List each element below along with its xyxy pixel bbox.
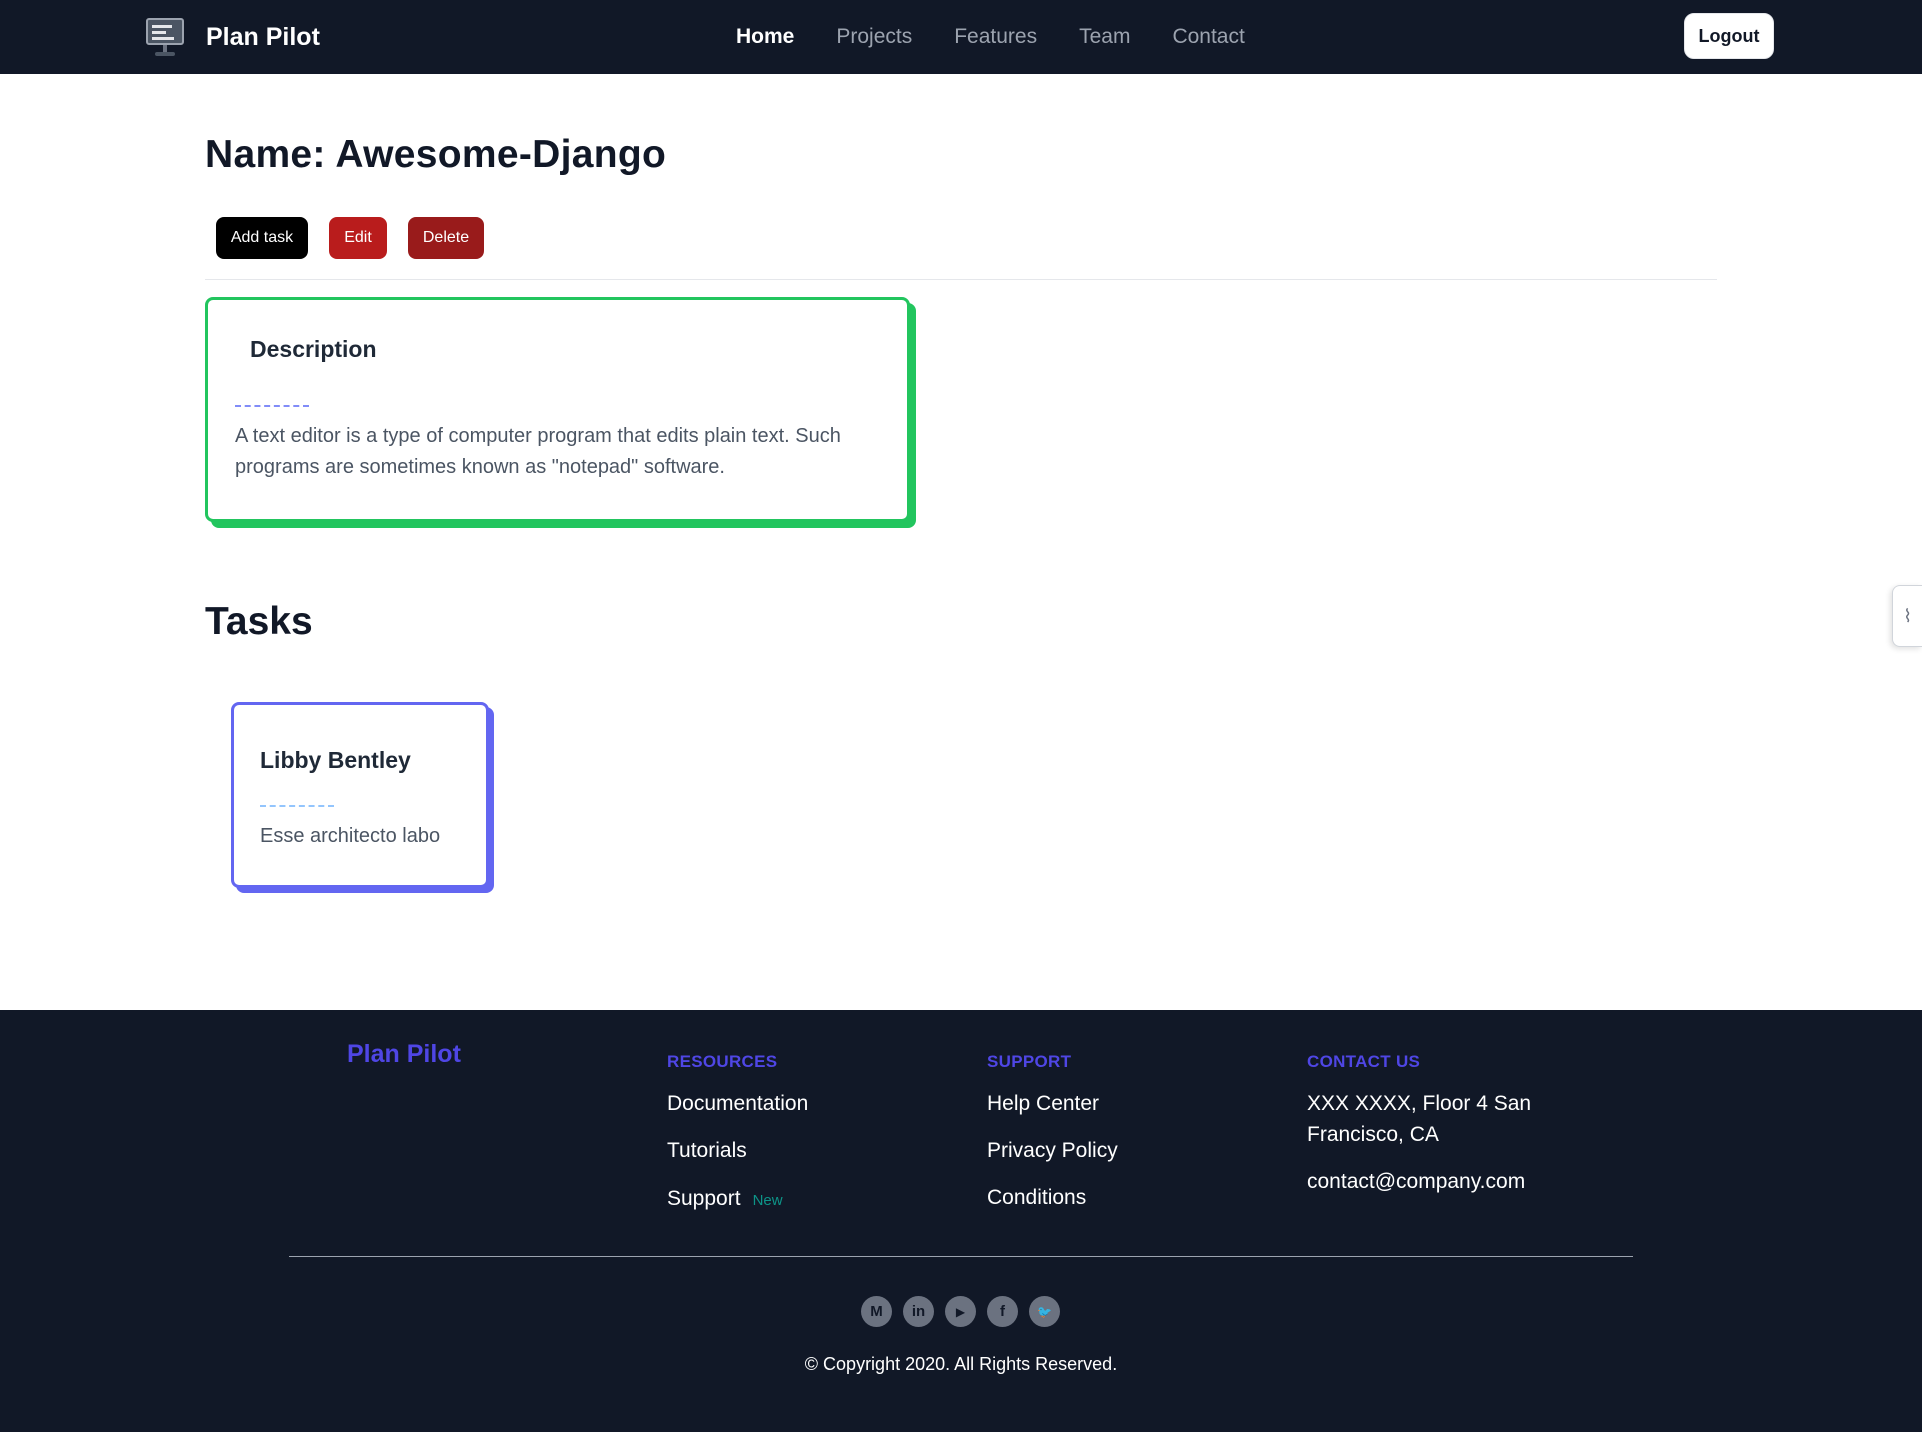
footer-link-privacy-policy[interactable]: Privacy Policy xyxy=(987,1139,1118,1163)
task-description: Esse architecto labo xyxy=(260,825,441,847)
description-separator xyxy=(235,405,309,407)
description-heading: Description xyxy=(250,336,377,362)
nav-home[interactable]: Home xyxy=(736,25,794,49)
footer-divider xyxy=(289,1256,1633,1257)
page-title: Name: Awesome-Django xyxy=(205,133,667,176)
brand[interactable]: Plan Pilot xyxy=(144,14,320,60)
resources-heading: RESOURCES xyxy=(667,1052,778,1071)
task-separator xyxy=(260,805,334,807)
twitter-icon[interactable]: 🐦 xyxy=(1029,1296,1060,1327)
side-panel-tab-icon[interactable]: ⌇ xyxy=(1892,585,1922,647)
nav-team[interactable]: Team xyxy=(1079,25,1130,49)
tasks-heading: Tasks xyxy=(205,600,313,643)
top-navbar: Plan Pilot Home Projects Features Team C… xyxy=(0,0,1922,74)
task-card[interactable]: Libby Bentley Esse architecto labo xyxy=(231,702,489,888)
footer-link-conditions[interactable]: Conditions xyxy=(987,1186,1086,1210)
facebook-icon[interactable]: f xyxy=(987,1296,1018,1327)
edit-button[interactable]: Edit xyxy=(329,217,387,259)
footer-link-support[interactable]: Support xyxy=(667,1187,741,1210)
contact-address-line2: Francisco, CA xyxy=(1307,1123,1439,1146)
footer-link-tutorials[interactable]: Tutorials xyxy=(667,1139,747,1163)
footer-resources: RESOURCES Documentation Tutorials Suppor… xyxy=(667,1040,808,1210)
footer-brand[interactable]: Plan Pilot xyxy=(347,1040,461,1069)
description-text: A text editor is a type of computer prog… xyxy=(235,425,841,478)
contact-heading: CONTACT US xyxy=(1307,1052,1421,1071)
presentation-board-icon xyxy=(144,15,186,59)
brand-name: Plan Pilot xyxy=(206,22,320,51)
youtube-icon[interactable]: ▶ xyxy=(945,1296,976,1327)
support-heading: SUPPORT xyxy=(987,1052,1072,1071)
footer-contact: CONTACT US XXX XXXX, Floor 4 San Francis… xyxy=(1307,1040,1531,1193)
logout-button[interactable]: Logout xyxy=(1684,13,1774,59)
footer-link-help-center[interactable]: Help Center xyxy=(987,1092,1099,1116)
social-links: M in ▶ f 🐦 xyxy=(861,1296,1071,1327)
contact-email[interactable]: contact@company.com xyxy=(1307,1170,1525,1194)
footer-link-documentation[interactable]: Documentation xyxy=(667,1092,808,1116)
nav-features[interactable]: Features xyxy=(954,25,1037,49)
new-badge: New xyxy=(752,1192,783,1209)
delete-button[interactable]: Delete xyxy=(408,217,484,259)
contact-address-line1: XXX XXXX, Floor 4 San xyxy=(1307,1092,1532,1115)
description-card: Description A text editor is a type of c… xyxy=(205,297,910,522)
task-name: Libby Bentley xyxy=(260,747,411,773)
medium-icon[interactable]: M xyxy=(861,1296,892,1327)
footer-link-support-wrapper[interactable]: Support New xyxy=(667,1187,783,1211)
add-task-button[interactable]: Add task xyxy=(216,217,308,259)
copyright: © Copyright 2020. All Rights Reserved. xyxy=(804,1354,1118,1374)
nav-contact[interactable]: Contact xyxy=(1172,25,1244,49)
nav-projects[interactable]: Projects xyxy=(836,25,912,49)
linkedin-icon[interactable]: in xyxy=(903,1296,934,1327)
footer-support: SUPPORT Help Center Privacy Policy Condi… xyxy=(987,1040,1118,1209)
section-divider xyxy=(205,279,1717,280)
main-nav: Home Projects Features Team Contact xyxy=(736,0,1287,74)
